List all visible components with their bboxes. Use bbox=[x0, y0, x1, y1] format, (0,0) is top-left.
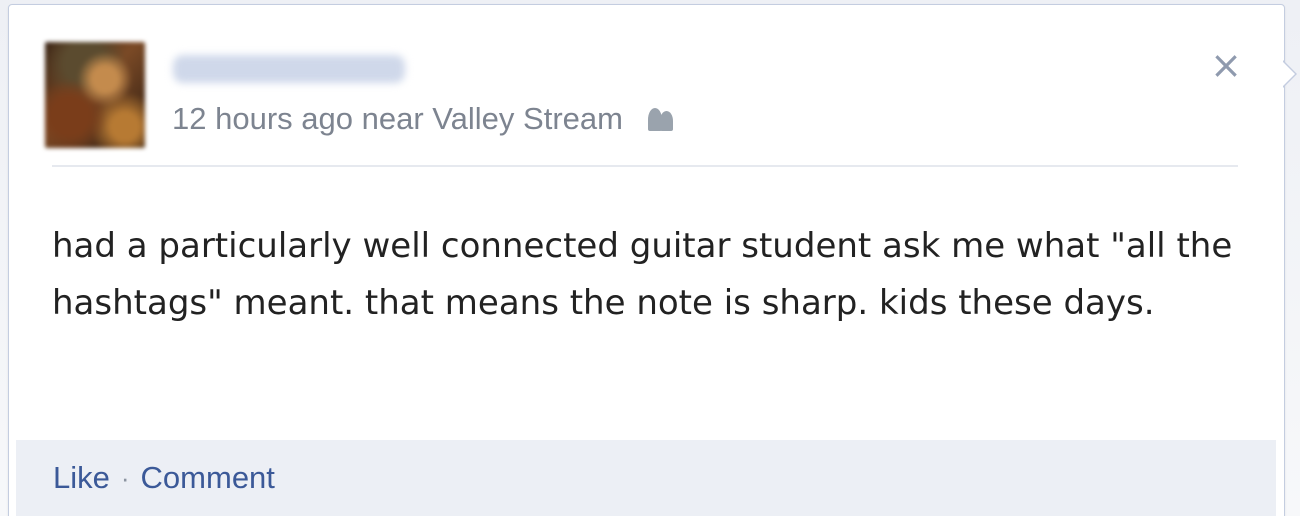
profile-avatar[interactable] bbox=[45, 42, 145, 148]
post-actions: Like · Comment bbox=[53, 457, 275, 499]
post-timestamp[interactable]: 12 hours ago near Valley Stream bbox=[172, 101, 623, 137]
header-divider bbox=[52, 165, 1238, 167]
timestamp-text: 12 hours ago bbox=[172, 101, 353, 136]
action-separator: · bbox=[120, 462, 130, 493]
friends-icon[interactable] bbox=[645, 106, 679, 132]
location-link[interactable]: Valley Stream bbox=[432, 101, 623, 136]
close-icon[interactable]: × bbox=[1209, 46, 1243, 84]
comment-button[interactable]: Comment bbox=[141, 460, 275, 496]
author-name[interactable] bbox=[173, 55, 405, 83]
post-body: had a particularly well connected guitar… bbox=[52, 226, 1233, 323]
location-prefix: near bbox=[361, 101, 424, 136]
popup-pointer bbox=[1282, 60, 1297, 88]
post-meta: 12 hours ago near Valley Stream bbox=[172, 101, 679, 137]
like-button[interactable]: Like bbox=[53, 460, 110, 496]
facebook-post-popup: 12 hours ago near Valley Stream × had a … bbox=[0, 0, 1300, 516]
